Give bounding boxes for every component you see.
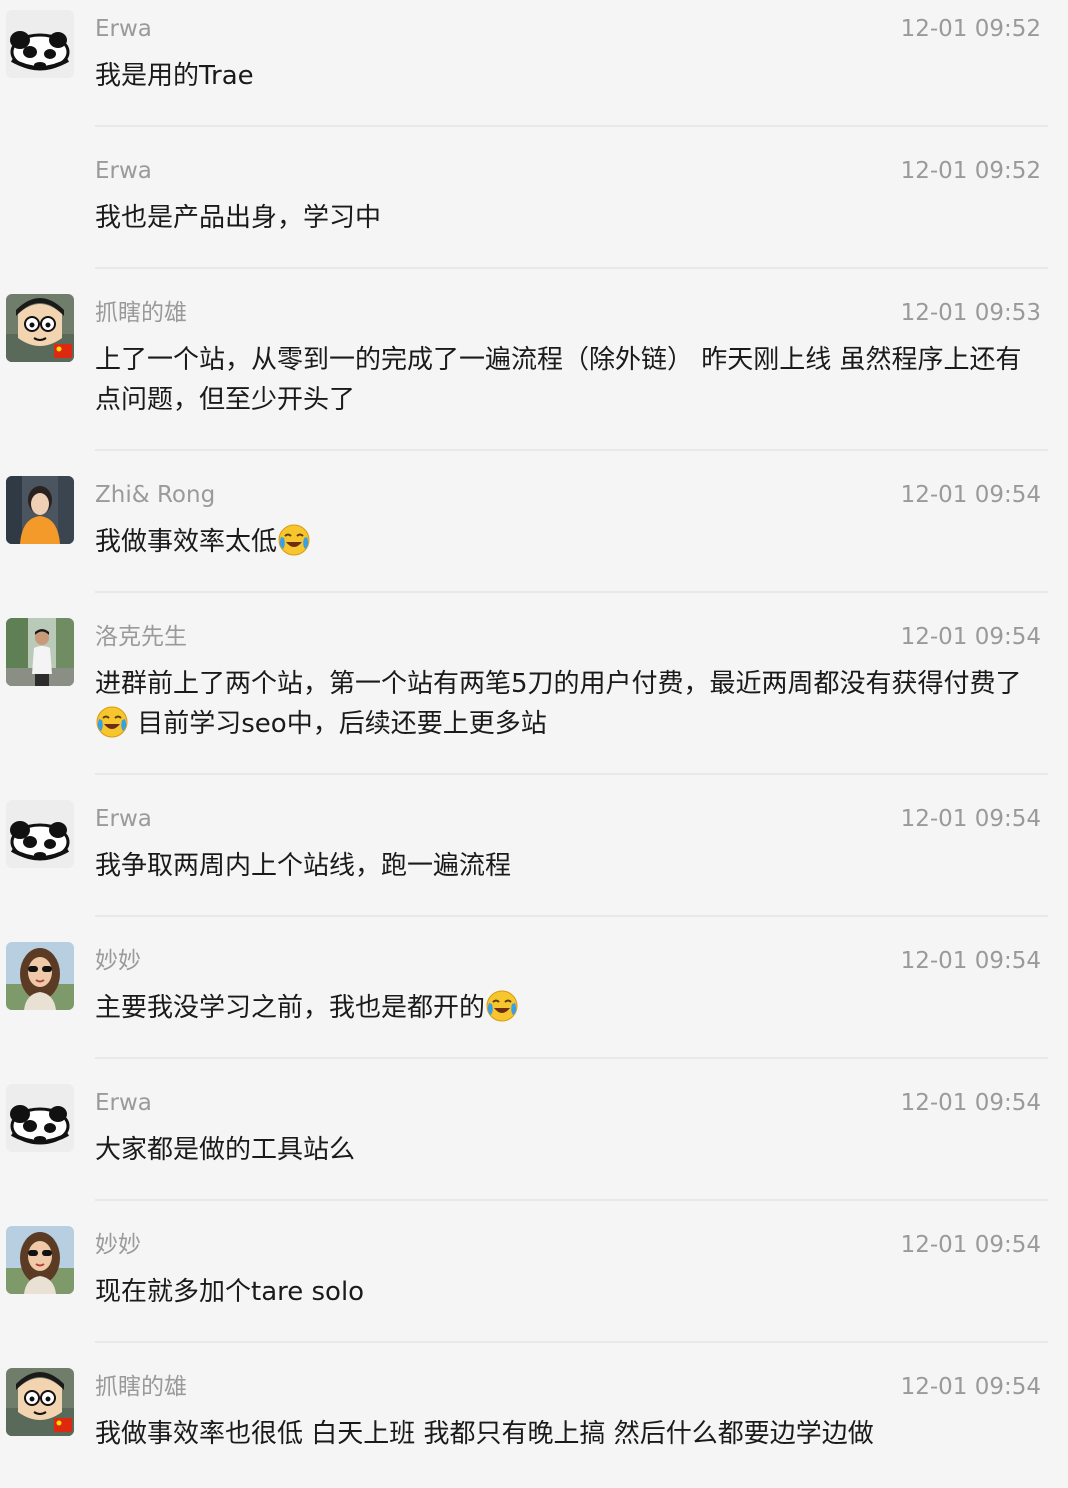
- panda-avatar[interactable]: [6, 800, 74, 868]
- chat-message[interactable]: Erwa 12-01 09:52 我是用的Trae: [0, 10, 1068, 130]
- chat-message-list[interactable]: Erwa 12-01 09:52 我是用的Trae Erwa 12-01 09:52 我也…: [0, 0, 1068, 1470]
- message-timestamp: 12-01 09:52: [900, 158, 1041, 184]
- message-text-segment: 目前学习seo中，后续还要上更多站: [129, 709, 547, 739]
- sender-name[interactable]: Erwa: [95, 14, 152, 44]
- message-timestamp: 12-01 09:54: [900, 1374, 1041, 1400]
- message-divider: [95, 449, 1048, 451]
- message-text-segment: 我做事效率太低: [95, 527, 278, 557]
- man-outdoor-avatar[interactable]: [6, 618, 74, 686]
- chat-message[interactable]: Erwa 12-01 09:52 我也是产品出身，学习中: [0, 152, 1068, 272]
- crying-laughing-emoji: [277, 523, 311, 557]
- sender-name[interactable]: Erwa: [95, 1088, 152, 1118]
- message-text-segment: 我是用的Trae: [95, 61, 254, 91]
- message-timestamp: 12-01 09:54: [900, 806, 1041, 832]
- message-text: 我做事效率也很低 白天上班 我都只有晚上搞 然后什么都要边学边做: [95, 1414, 1045, 1454]
- cartoon-boy-avatar[interactable]: [6, 294, 74, 362]
- message-text: 上了一个站，从零到一的完成了一遍流程（除外链） 昨天刚上线 虽然程序上还有点问题…: [95, 340, 1045, 420]
- sender-name[interactable]: Zhi& Rong: [95, 480, 215, 510]
- woman-sunglasses-avatar[interactable]: [6, 1226, 74, 1294]
- panda-avatar[interactable]: [6, 1084, 74, 1152]
- message-text: 我也是产品出身，学习中: [95, 198, 1045, 238]
- message-text: 我是用的Trae: [95, 56, 1045, 96]
- woman-sunglasses-avatar[interactable]: [6, 942, 74, 1010]
- sender-name[interactable]: 抓瞎的雄: [95, 298, 187, 328]
- sender-name[interactable]: 洛克先生: [95, 622, 187, 652]
- message-text: 我争取两周内上个站线，跑一遍流程: [95, 846, 1045, 886]
- message-text-segment: 进群前上了两个站，第一个站有两笔5刀的用户付费，最近两周都没有获得付费了: [95, 669, 1022, 699]
- message-text-segment: 我争取两周内上个站线，跑一遍流程: [95, 851, 512, 881]
- girl-orange-jacket-avatar[interactable]: [6, 476, 74, 544]
- message-text-segment: 我也是产品出身，学习中: [95, 203, 382, 233]
- message-timestamp: 12-01 09:53: [900, 300, 1041, 326]
- chat-message[interactable]: Zhi& Rong 12-01 09:54 我做事效率太低: [0, 476, 1068, 596]
- message-text: 大家都是做的工具站么: [95, 1130, 1045, 1170]
- message-text-segment: 我做事效率也很低 白天上班 我都只有晚上搞 然后什么都要边学边做: [95, 1419, 874, 1449]
- chat-message[interactable]: Erwa 12-01 09:54 大家都是做的工具站么: [0, 1084, 1068, 1204]
- chat-message[interactable]: 妙妙 12-01 09:54 主要我没学习之前，我也是都开的: [0, 942, 1068, 1062]
- message-text: 主要我没学习之前，我也是都开的: [95, 988, 1045, 1028]
- message-timestamp: 12-01 09:52: [900, 16, 1041, 42]
- message-text-segment: 主要我没学习之前，我也是都开的: [95, 993, 486, 1023]
- crying-laughing-emoji: [95, 705, 129, 739]
- message-text-segment: 上了一个站，从零到一的完成了一遍流程（除外链） 昨天刚上线 虽然程序上还有点问题…: [95, 345, 1022, 415]
- sender-name[interactable]: 妙妙: [95, 946, 141, 976]
- message-timestamp: 12-01 09:54: [900, 1090, 1041, 1116]
- message-timestamp: 12-01 09:54: [900, 482, 1041, 508]
- message-text-segment: 现在就多加个tare solo: [95, 1277, 365, 1307]
- message-text-segment: 大家都是做的工具站么: [95, 1135, 356, 1165]
- message-text: 进群前上了两个站，第一个站有两笔5刀的用户付费，最近两周都没有获得付费了 目前学…: [95, 664, 1045, 744]
- message-timestamp: 12-01 09:54: [900, 948, 1041, 974]
- sender-name[interactable]: 妙妙: [95, 1230, 141, 1260]
- chat-message[interactable]: 抓瞎的雄 12-01 09:54 我做事效率也很低 白天上班 我都只有晚上搞 然后什…: [0, 1368, 1068, 1488]
- message-text: 现在就多加个tare solo: [95, 1272, 1045, 1312]
- chat-message[interactable]: Erwa 12-01 09:54 我争取两周内上个站线，跑一遍流程: [0, 800, 1068, 920]
- sender-name[interactable]: 抓瞎的雄: [95, 1372, 187, 1402]
- message-timestamp: 12-01 09:54: [900, 1232, 1041, 1258]
- crying-laughing-emoji: [485, 989, 519, 1023]
- chat-message[interactable]: 抓瞎的雄 12-01 09:53 上了一个站，从零到一的完成了一遍流程（除外链） 昨…: [0, 294, 1068, 415]
- panda-avatar[interactable]: [6, 10, 74, 78]
- sender-name[interactable]: Erwa: [95, 156, 152, 186]
- message-timestamp: 12-01 09:54: [900, 624, 1041, 650]
- message-text: 我做事效率太低: [95, 522, 1045, 562]
- message-divider: [95, 773, 1048, 775]
- chat-message[interactable]: 妙妙 12-01 09:54 现在就多加个tare solo: [0, 1226, 1068, 1346]
- sender-name[interactable]: Erwa: [95, 804, 152, 834]
- cartoon-boy-avatar[interactable]: [6, 1368, 74, 1436]
- chat-message[interactable]: 洛克先生 12-01 09:54 进群前上了两个站，第一个站有两笔5刀的用户付费，最…: [0, 618, 1068, 739]
